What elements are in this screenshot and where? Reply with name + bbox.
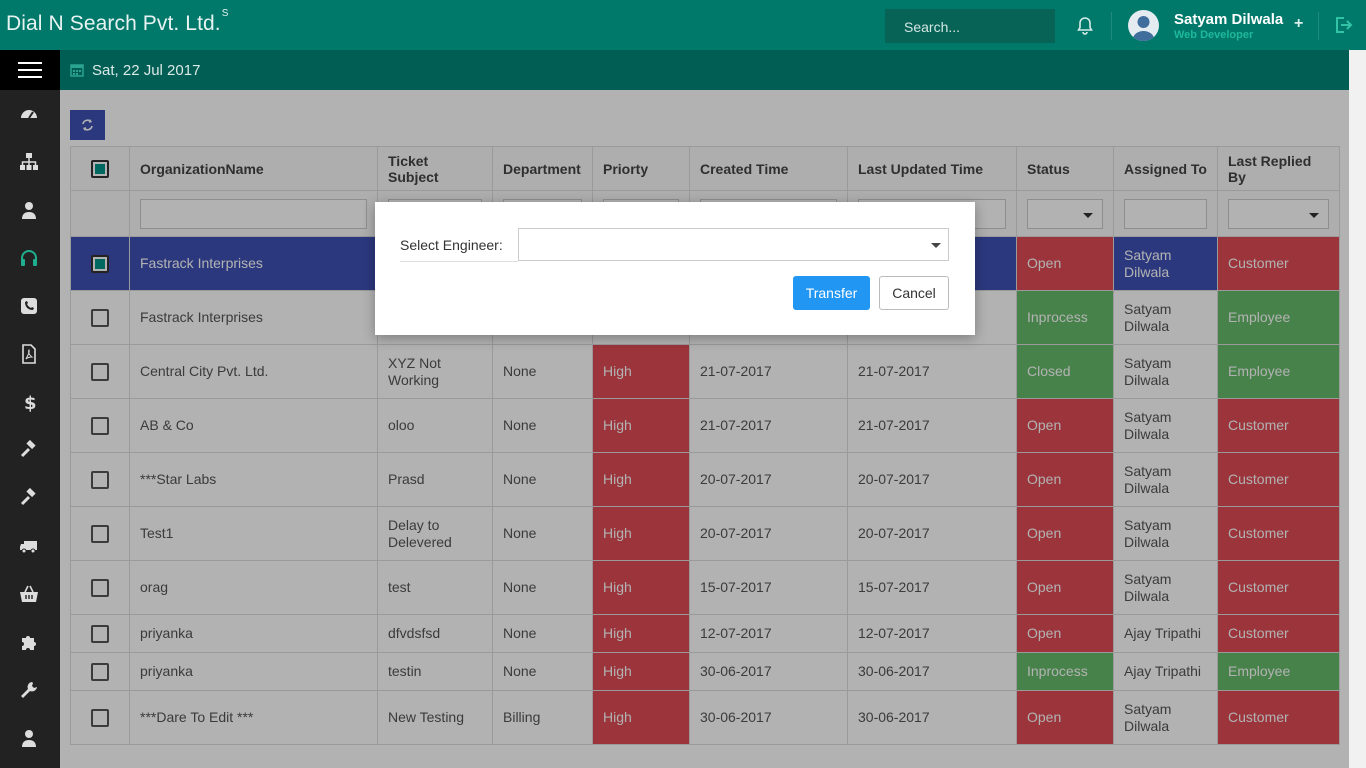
- brand-logo[interactable]: Dial N Search Pvt. Ltd.S: [6, 8, 229, 36]
- top-header: Dial N Search Pvt. Ltd.S Search... Satya…: [0, 0, 1366, 50]
- headset-icon[interactable]: [19, 248, 39, 268]
- user-icon[interactable]: [19, 728, 39, 748]
- header-divider: [1111, 12, 1112, 40]
- avatar[interactable]: [1128, 10, 1159, 41]
- transfer-dialog: Select Engineer: Transfer Cancel: [375, 202, 975, 335]
- calendar-icon: [70, 64, 84, 77]
- user-name[interactable]: Satyam Dilwala: [1174, 11, 1283, 28]
- hamburger-line: [18, 62, 42, 64]
- truck-icon[interactable]: [19, 536, 39, 556]
- menu-toggle-button[interactable]: [0, 50, 60, 90]
- avatar-icon: [1132, 16, 1155, 41]
- modal-backdrop[interactable]: [60, 90, 1349, 768]
- brand-sup: S: [221, 8, 229, 19]
- dashboard-icon[interactable]: [19, 104, 39, 124]
- user-role: Web Developer: [1174, 29, 1254, 41]
- puzzle-icon[interactable]: [19, 632, 39, 652]
- label-underline: [400, 261, 518, 262]
- engineer-select[interactable]: [518, 228, 949, 261]
- plus-icon[interactable]: +: [1294, 15, 1303, 33]
- bell-icon[interactable]: [1075, 16, 1095, 36]
- select-engineer-label: Select Engineer:: [400, 237, 503, 253]
- wrench-icon[interactable]: [19, 680, 39, 700]
- gavel-icon[interactable]: [19, 440, 39, 460]
- phone-icon[interactable]: [19, 296, 39, 316]
- current-date: Sat, 22 Jul 2017: [92, 62, 201, 79]
- sitemap-icon[interactable]: [19, 152, 39, 172]
- brand-text: Dial N Search Pvt. Ltd.: [6, 12, 221, 35]
- hamburger-line: [18, 69, 42, 71]
- pdf-icon[interactable]: [19, 344, 39, 364]
- dollar-icon[interactable]: $: [19, 392, 39, 412]
- logout-icon[interactable]: [1333, 15, 1353, 35]
- scrollbar[interactable]: [1349, 50, 1366, 768]
- header-divider: [1318, 12, 1319, 40]
- sidebar: $: [0, 50, 60, 768]
- cancel-button[interactable]: Cancel: [879, 276, 949, 310]
- date-bar: Sat, 22 Jul 2017: [60, 50, 1349, 90]
- transfer-button[interactable]: Transfer: [793, 276, 870, 310]
- search-input[interactable]: Search...: [885, 9, 1055, 43]
- hamburger-line: [18, 76, 42, 78]
- gavel-icon[interactable]: [19, 488, 39, 508]
- basket-icon[interactable]: [19, 584, 39, 604]
- svg-text:$: $: [24, 393, 37, 412]
- user-icon[interactable]: [19, 200, 39, 220]
